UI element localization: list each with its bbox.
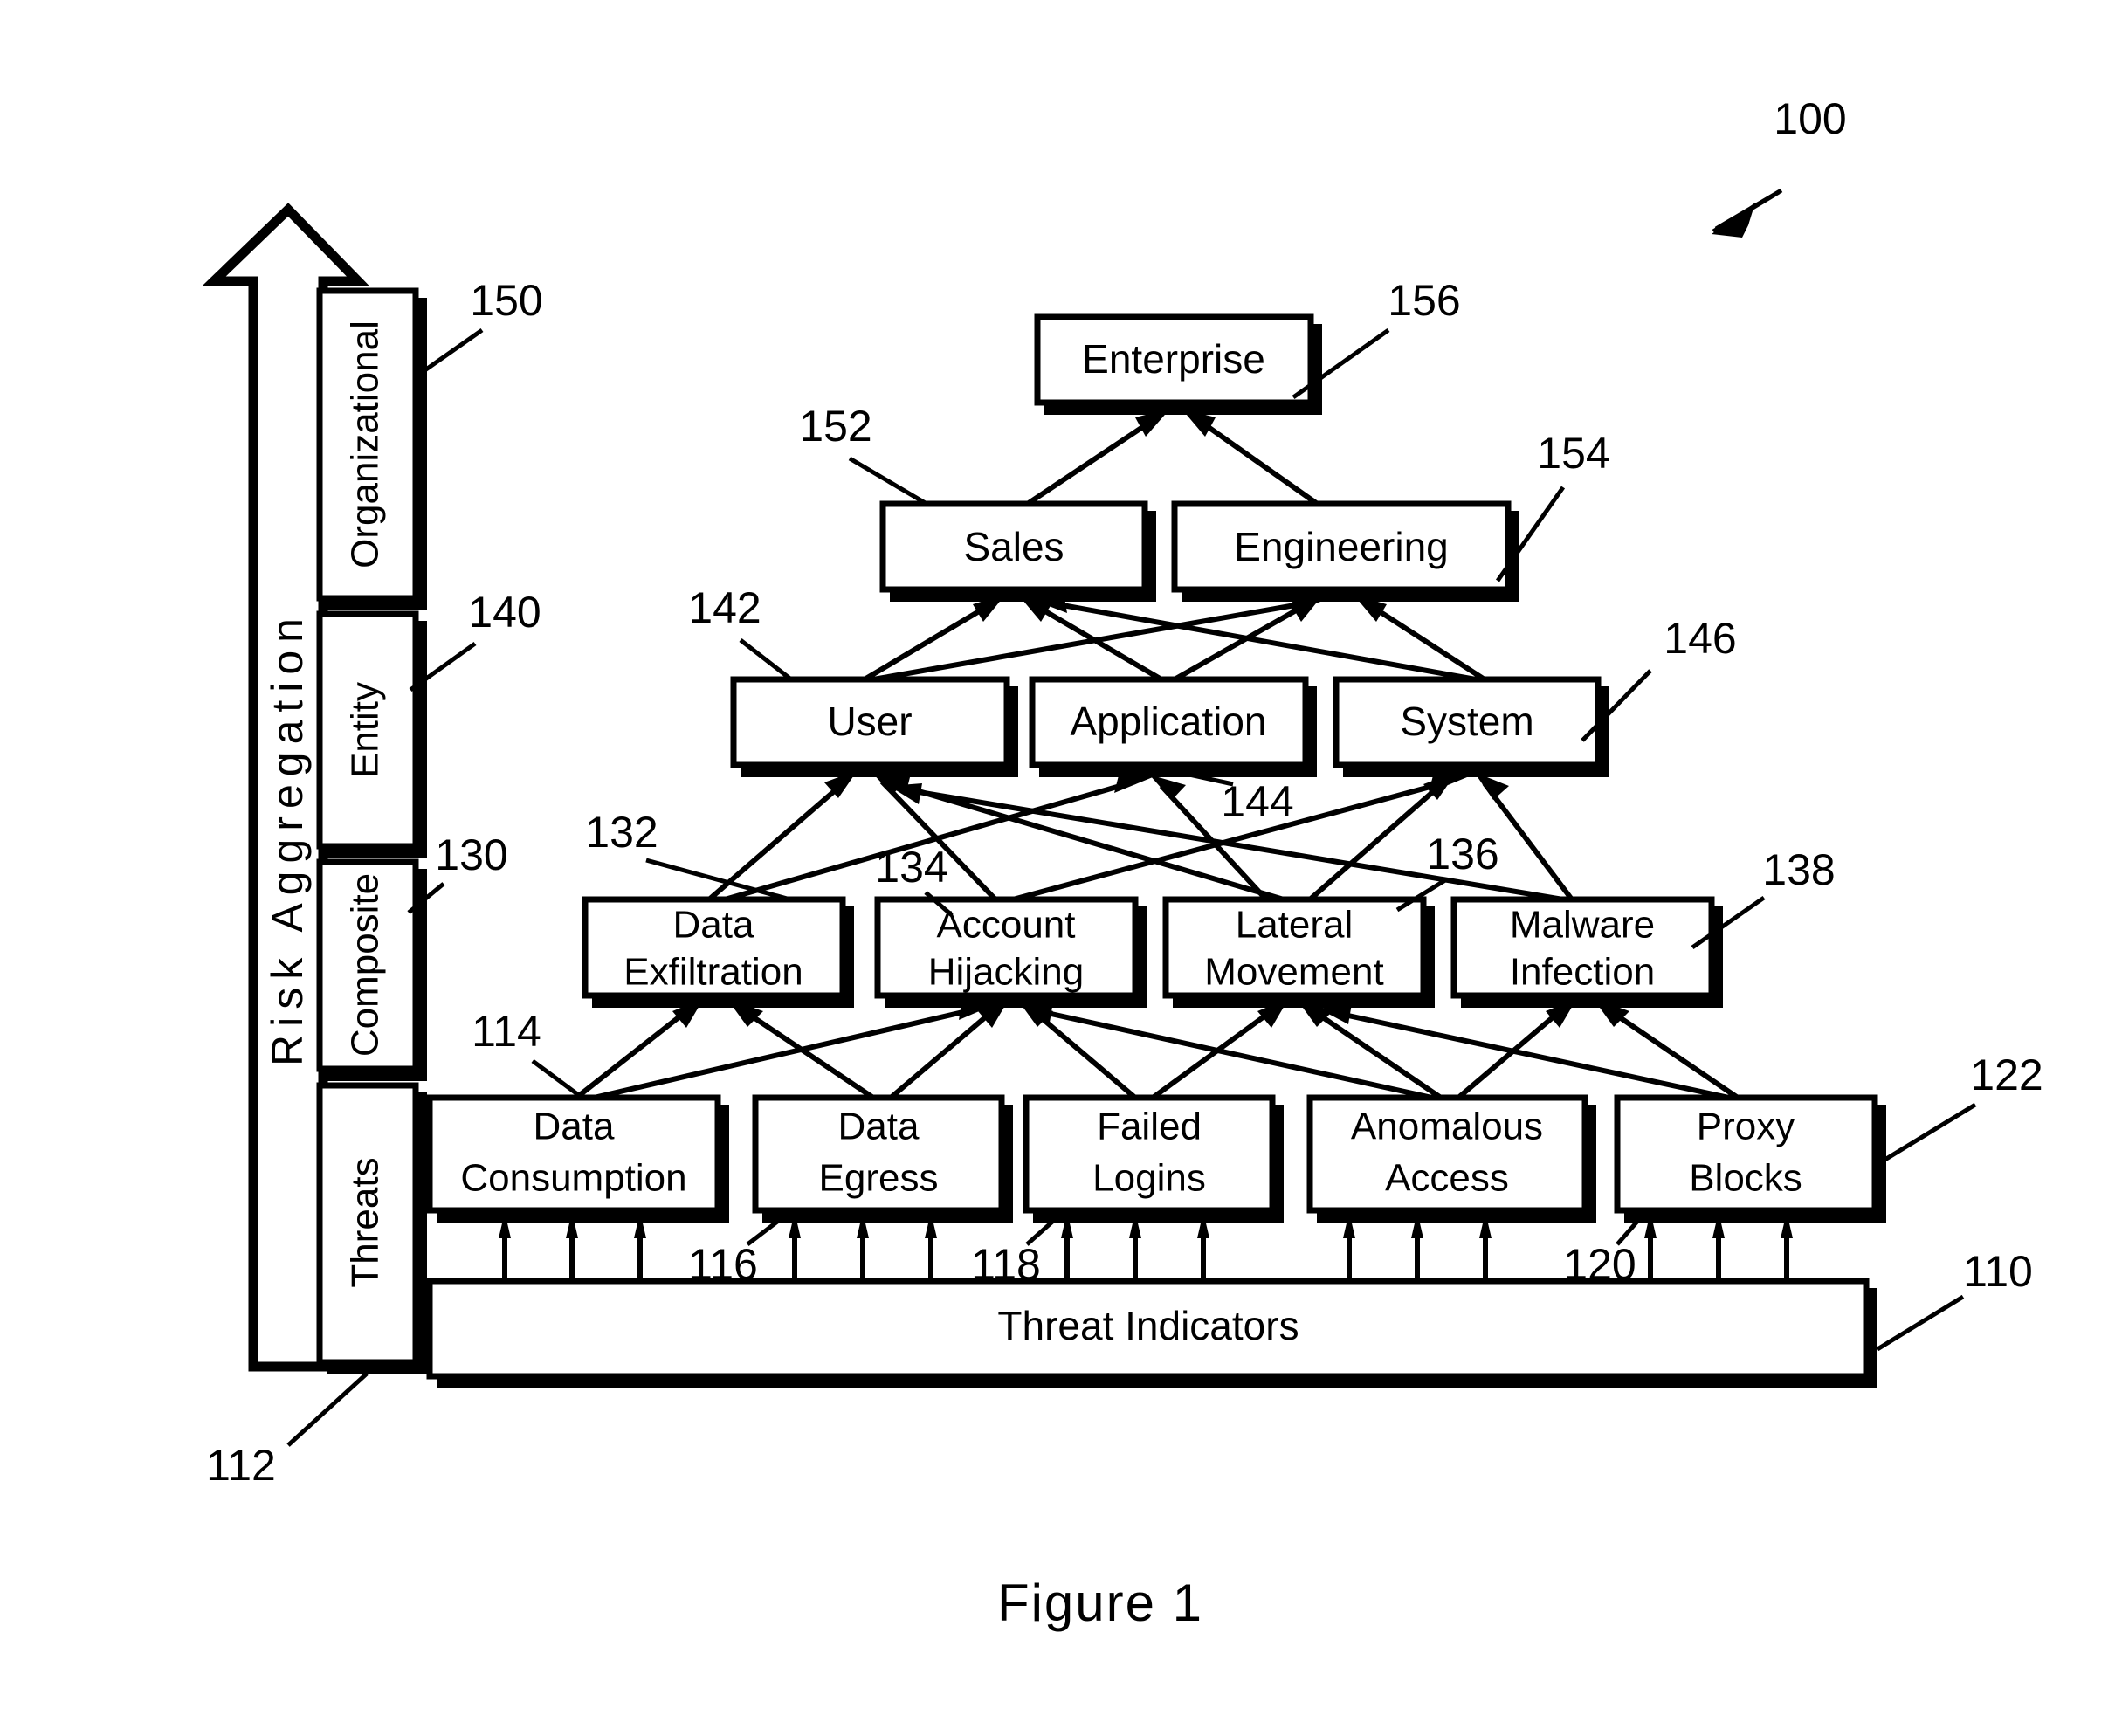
edge-proxy-lateral [1335,1010,1730,1100]
edge-sales-enterprise [1024,415,1159,507]
node-proxy-blocks-line1: Proxy [1697,1106,1795,1148]
node-anomalous-access-line2: Access [1385,1157,1509,1200]
threat-indicators-bar: Threat Indicators [426,1278,1877,1388]
figure-caption: Figure 1 [997,1574,1203,1632]
threat-nodes: Data Consumption Data Egress Failed Logi… [426,1094,1886,1223]
node-enterprise-label: Enterprise [1082,336,1265,382]
edge-application-sales [1029,600,1163,682]
layer-organizational-label: Organizational [344,320,387,568]
ref-118-label: 118 [971,1240,1041,1289]
ref-142-label: 142 [688,583,761,632]
ref-116-label: 116 [688,1240,758,1289]
ref-114-label: 114 [472,1007,541,1056]
ref-152-label: 152 [799,402,871,451]
ref-112-label: 112 [206,1441,276,1490]
edges-entity-row-to-org-row [863,592,1486,682]
node-proxy-blocks-line2: Blocks [1689,1157,1802,1200]
node-lateral-movement-line2: Movement [1204,951,1383,994]
risk-aggregation-label: Risk Aggregation [263,610,312,1066]
threat-indicators-label: Threat Indicators [997,1303,1299,1348]
system-reference-callout: 100 [1712,94,1847,238]
ref-146-label: 146 [1664,614,1736,663]
node-malware-infection-line1: Malware [1510,904,1655,947]
node-data-egress-line2: Egress [819,1157,939,1200]
ref-132-label: 132 [585,808,658,857]
ref-150-leader [416,327,484,378]
risk-aggregation-diagram: 100 Risk Aggregation Organizational Enti… [202,94,2043,1632]
node-account-hijacking-line1: Account [937,904,1076,947]
ref-110-label: 110 [1963,1247,2033,1296]
node-malware-infection-line2: Infection [1510,951,1655,994]
ref-112-leader [286,1372,369,1447]
threat-indicators-reference-callout: 110 [1876,1247,2033,1352]
ref-138-label: 138 [1762,845,1835,894]
ref-100-arrowhead [1712,203,1755,238]
node-data-egress-line1: Data [838,1106,920,1148]
ref-140-label: 140 [468,588,541,637]
node-data-consumption-line1: Data [534,1106,615,1148]
ref-114-leader [531,1058,585,1101]
ref-122-leader [1877,1102,1977,1166]
edge-consumption-hijack [593,1006,979,1100]
edge-engineering-enterprise [1193,415,1320,507]
edges-entity-to-org [1024,409,1320,507]
ref-120-label: 120 [1563,1240,1636,1289]
node-engineering-label: Engineering [1234,524,1449,569]
figure-page: 100 Risk Aggregation Organizational Enti… [0,0,2115,1736]
node-data-exfiltration-line2: Exfiltration [623,951,803,994]
ref-152-leader [848,456,930,507]
layer-entity-label: Entity [344,682,387,778]
layer-composite-label: Composite [344,873,387,1057]
node-failed-logins-line1: Failed [1097,1106,1202,1148]
ref-110-leader [1876,1294,1965,1352]
ref-150-label: 150 [470,276,542,325]
edge-consumption-exfil [575,1006,692,1100]
node-lateral-movement-line1: Lateral [1236,904,1354,947]
node-data-consumption-line2: Consumption [460,1157,686,1200]
node-failed-logins-line2: Logins [1092,1157,1206,1200]
organizational-nodes: Enterprise Sales Engineering [879,313,1519,602]
ref-154-label: 154 [1537,429,1609,478]
composite-nodes: Data Exfiltration Account Hijacking Late… [582,896,1723,1008]
node-application-label: Application [1070,699,1266,744]
node-anomalous-access-line1: Anomalous [1351,1106,1543,1148]
ref-142-leader [739,638,793,681]
node-account-hijacking-line2: Hijacking [928,951,1085,994]
layer-column: Organizational Entity Composite Threats [316,287,427,1374]
ref-122-label: 122 [1970,1051,2043,1099]
ref-134-label: 134 [875,843,947,892]
entity-nodes: User Application System [730,676,1609,777]
node-user-label: User [827,699,912,744]
edge-logins-lateral [1151,1006,1277,1100]
edge-egress-exfil [739,1006,875,1100]
node-data-exfiltration-line1: Data [673,904,754,947]
edges-threats-to-composite [575,998,1740,1100]
ref-130-label: 130 [435,830,507,879]
layer-threats-label: Threats [344,1157,387,1287]
ref-100-label: 100 [1774,94,1846,143]
edge-system-sales [1047,600,1477,682]
node-system-label: System [1400,699,1533,744]
ref-156-label: 156 [1388,276,1460,325]
edge-egress-hijack [889,1006,997,1100]
ref-136-label: 136 [1426,830,1498,878]
node-sales-label: Sales [963,524,1064,569]
